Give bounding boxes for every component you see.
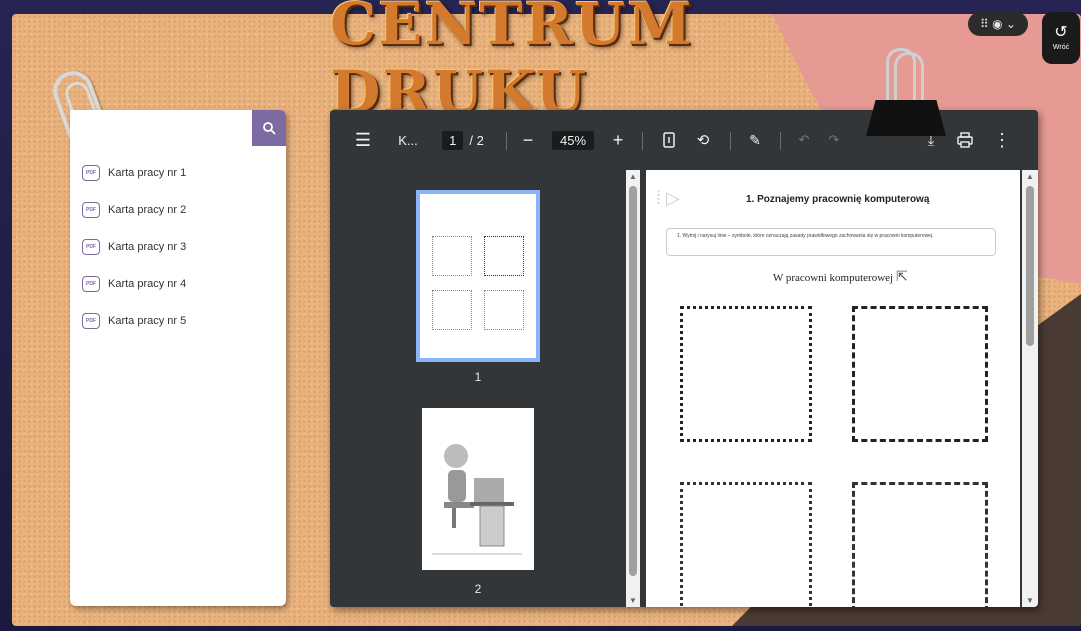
thumbnail-box bbox=[432, 236, 472, 276]
pdf-file-icon: PDF bbox=[82, 238, 100, 255]
toolbar-divider bbox=[780, 132, 781, 150]
page-thumbnail-1[interactable] bbox=[416, 190, 540, 362]
thumbnail-box bbox=[432, 290, 472, 330]
exercise-number: 1. bbox=[746, 194, 755, 205]
thumbnail-sidebar: 1 2 bbox=[330, 170, 626, 607]
thumbnail-box bbox=[484, 290, 524, 330]
zoom-out-button[interactable]: − bbox=[518, 110, 538, 170]
pdf-file-icon: PDF bbox=[82, 275, 100, 292]
page-total: / 2 bbox=[469, 132, 484, 148]
exercise-title: Poznajemy pracownię komputerową bbox=[757, 194, 930, 205]
thumbnail-label: 2 bbox=[474, 582, 482, 596]
pdf-viewer: ☰ K... 1 / 2 − 45% + ⟲ ✎ ↶ ↷ ⤓ ⋮ 1 2 ▲ ▼… bbox=[330, 110, 1038, 607]
menu-icon: ☰ bbox=[354, 129, 372, 150]
fit-page-icon bbox=[663, 132, 675, 148]
more-vertical-icon: ⋮ bbox=[993, 129, 1011, 150]
list-item-label: Karta pracy nr 1 bbox=[108, 166, 187, 179]
pdf-file-icon: PDF bbox=[82, 201, 100, 218]
decorative-icons: ⁞ ▷ bbox=[656, 188, 680, 208]
thumbnail-label: 1 bbox=[474, 370, 482, 384]
fit-page-button[interactable] bbox=[658, 110, 680, 170]
page-thumbnail-2[interactable] bbox=[422, 408, 534, 570]
redo-button[interactable]: ↷ bbox=[824, 110, 844, 170]
annotate-button[interactable]: ✎ bbox=[744, 110, 766, 170]
account-menu-icon: ⠿ ◉ ⌄ bbox=[980, 17, 1016, 31]
exercise-heading: 1. Poznajemy pracownię komputerową bbox=[746, 194, 929, 205]
account-menu-button[interactable]: ⠿ ◉ ⌄ bbox=[968, 12, 1028, 36]
list-item-label: Karta pracy nr 3 bbox=[108, 240, 187, 253]
page-title: CENTRUM DRUKU bbox=[330, 0, 694, 126]
mouse-cursor-icon: ⇱ bbox=[896, 268, 908, 284]
plus-trace-box bbox=[680, 482, 812, 607]
list-item[interactable]: PDF Karta pracy nr 5 bbox=[82, 302, 278, 339]
scroll-down-icon[interactable]: ▼ bbox=[1022, 596, 1038, 605]
back-label: Wróć bbox=[1052, 44, 1070, 51]
minus-icon: − bbox=[522, 129, 534, 150]
list-item[interactable]: PDF Karta pracy nr 1 bbox=[82, 154, 278, 191]
list-item-label: Karta pracy nr 4 bbox=[108, 277, 187, 290]
pdf-file-icon: PDF bbox=[82, 312, 100, 329]
page-indicator: 1 / 2 bbox=[434, 110, 492, 170]
binder-clip-icon bbox=[866, 48, 946, 138]
list-item[interactable]: PDF Karta pracy nr 2 bbox=[82, 191, 278, 228]
rotate-button[interactable]: ⟲ bbox=[692, 110, 714, 170]
toolbar-divider bbox=[506, 132, 507, 150]
search-input[interactable] bbox=[70, 110, 252, 146]
undo-button[interactable]: ↶ bbox=[794, 110, 814, 170]
dotted-trace-box bbox=[680, 306, 812, 442]
undo-arrow-icon: ↺ bbox=[1054, 24, 1068, 41]
document-list: PDF Karta pracy nr 1 PDF Karta pracy nr … bbox=[82, 154, 278, 339]
plus-icon: + bbox=[612, 129, 624, 150]
search-button[interactable] bbox=[252, 110, 286, 146]
list-item-label: Karta pracy nr 5 bbox=[108, 314, 187, 327]
thumbnail-scrollbar[interactable]: ▲ ▼ bbox=[626, 170, 640, 607]
search-icon bbox=[263, 122, 276, 135]
list-item[interactable]: PDF Karta pracy nr 4 bbox=[82, 265, 278, 302]
thumbnail-box bbox=[484, 236, 524, 276]
more-options-button[interactable]: ⋮ bbox=[992, 110, 1012, 170]
list-item-label: Karta pracy nr 2 bbox=[108, 203, 187, 216]
zoom-level[interactable]: 45% bbox=[548, 110, 598, 170]
arrow-trace-box bbox=[852, 482, 988, 607]
page-number-input[interactable]: 1 bbox=[442, 130, 464, 150]
zoom-in-button[interactable]: + bbox=[608, 110, 628, 170]
toolbar-divider bbox=[642, 132, 643, 150]
page-scrollbar[interactable]: ▲ ▼ bbox=[1022, 170, 1038, 607]
menu-button[interactable]: ☰ bbox=[350, 110, 376, 170]
redo-icon: ↷ bbox=[828, 132, 840, 147]
document-title: K... bbox=[398, 132, 418, 148]
document-list-panel: PDF Karta pracy nr 1 PDF Karta pracy nr … bbox=[70, 110, 286, 606]
zoom-value: 45% bbox=[551, 130, 595, 150]
scrollbar-thumb[interactable] bbox=[1026, 186, 1034, 346]
pen-icon: ✎ bbox=[749, 131, 761, 148]
pdf-file-icon: PDF bbox=[82, 164, 100, 181]
print-icon bbox=[957, 132, 973, 148]
girl-at-computer-illustration bbox=[432, 444, 522, 555]
scroll-up-icon[interactable]: ▲ bbox=[1022, 172, 1038, 181]
worksheet-subtitle: W pracowni komputerowej bbox=[772, 272, 894, 284]
rotate-icon: ⟲ bbox=[696, 132, 710, 149]
check-trace-box bbox=[852, 306, 988, 442]
toolbar-divider bbox=[730, 132, 731, 150]
scroll-up-icon[interactable]: ▲ bbox=[626, 172, 640, 181]
instruction-box: 1. Wytnij i narysuj linie – symbole, któ… bbox=[666, 228, 996, 256]
scroll-down-icon[interactable]: ▼ bbox=[626, 596, 640, 605]
pdf-page: ⁞ ▷ 1. Poznajemy pracownię komputerową 1… bbox=[646, 170, 1020, 607]
scrollbar-thumb[interactable] bbox=[629, 186, 637, 576]
back-button[interactable]: ↺ Wróć bbox=[1042, 12, 1080, 64]
list-item[interactable]: PDF Karta pracy nr 3 bbox=[82, 228, 278, 265]
print-button[interactable] bbox=[954, 110, 976, 170]
undo-icon: ↶ bbox=[798, 132, 810, 147]
search-row bbox=[70, 110, 286, 146]
